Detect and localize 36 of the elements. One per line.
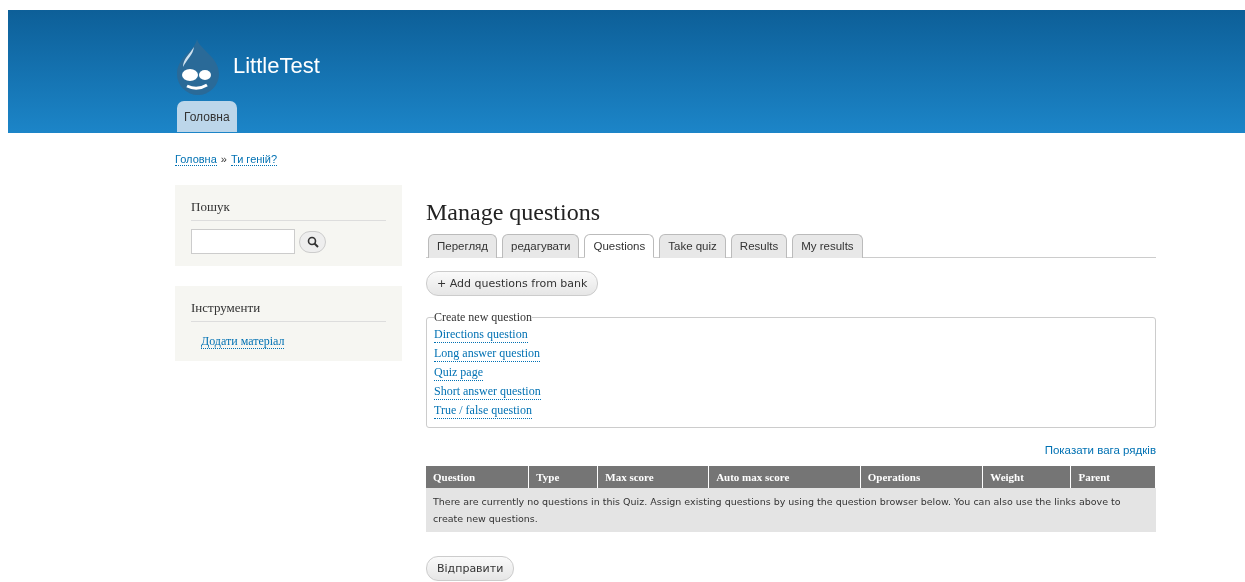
site-name[interactable]: LittleTest [233, 53, 320, 79]
block-title: Інструменти [191, 300, 386, 322]
tab[interactable]: Take quiz [659, 234, 726, 258]
sidebar-link[interactable]: Додати матеріал [201, 334, 285, 349]
search-field[interactable] [191, 229, 295, 254]
breadcrumb-separator: » [220, 153, 227, 165]
question-type-link[interactable]: Short answer question [434, 384, 541, 400]
search-button[interactable] [299, 230, 326, 253]
breadcrumb-link[interactable]: Головна [175, 153, 217, 166]
question-type-link[interactable]: Quiz page [434, 365, 483, 381]
submit-button[interactable]: Відправити [426, 556, 515, 581]
tab[interactable]: Results [730, 234, 788, 258]
tab[interactable]: My results [792, 234, 863, 258]
question-type-link[interactable]: True / false question [434, 403, 532, 419]
empty-message: There are currently no questions in this Quiz. Assign existing questions by using the question browser below. You can also use the links above to create new questions. [426, 488, 1156, 532]
page-title: Manage questions [426, 199, 601, 226]
breadcrumb-link[interactable]: Ти геній? [230, 153, 278, 166]
show-weights-link[interactable]: Показати вага рядків [1044, 444, 1156, 456]
search-icon [306, 235, 319, 248]
tab[interactable]: редагувати [502, 234, 580, 258]
question-type-link[interactable]: Long answer question [434, 346, 540, 362]
block-title: Пошук [191, 199, 386, 221]
tab[interactable]: Questions [584, 234, 655, 258]
drop-logo [175, 37, 221, 95]
column-header: Question [426, 466, 529, 488]
column-header: Weight [982, 466, 1071, 488]
nav-tab[interactable]: Головна [177, 101, 237, 132]
add-from-bank-button[interactable]: + Add questions from bank [426, 271, 599, 296]
column-header: Max score [597, 466, 709, 488]
column-header: Auto max score [708, 466, 861, 488]
tab[interactable]: Перегляд [428, 234, 498, 258]
column-header: Type [528, 466, 598, 488]
question-type-link[interactable]: Directions question [434, 327, 528, 343]
column-header: Parent [1070, 466, 1156, 488]
fieldset-legend: Create new question [434, 310, 532, 325]
column-header: Operations [860, 466, 983, 488]
